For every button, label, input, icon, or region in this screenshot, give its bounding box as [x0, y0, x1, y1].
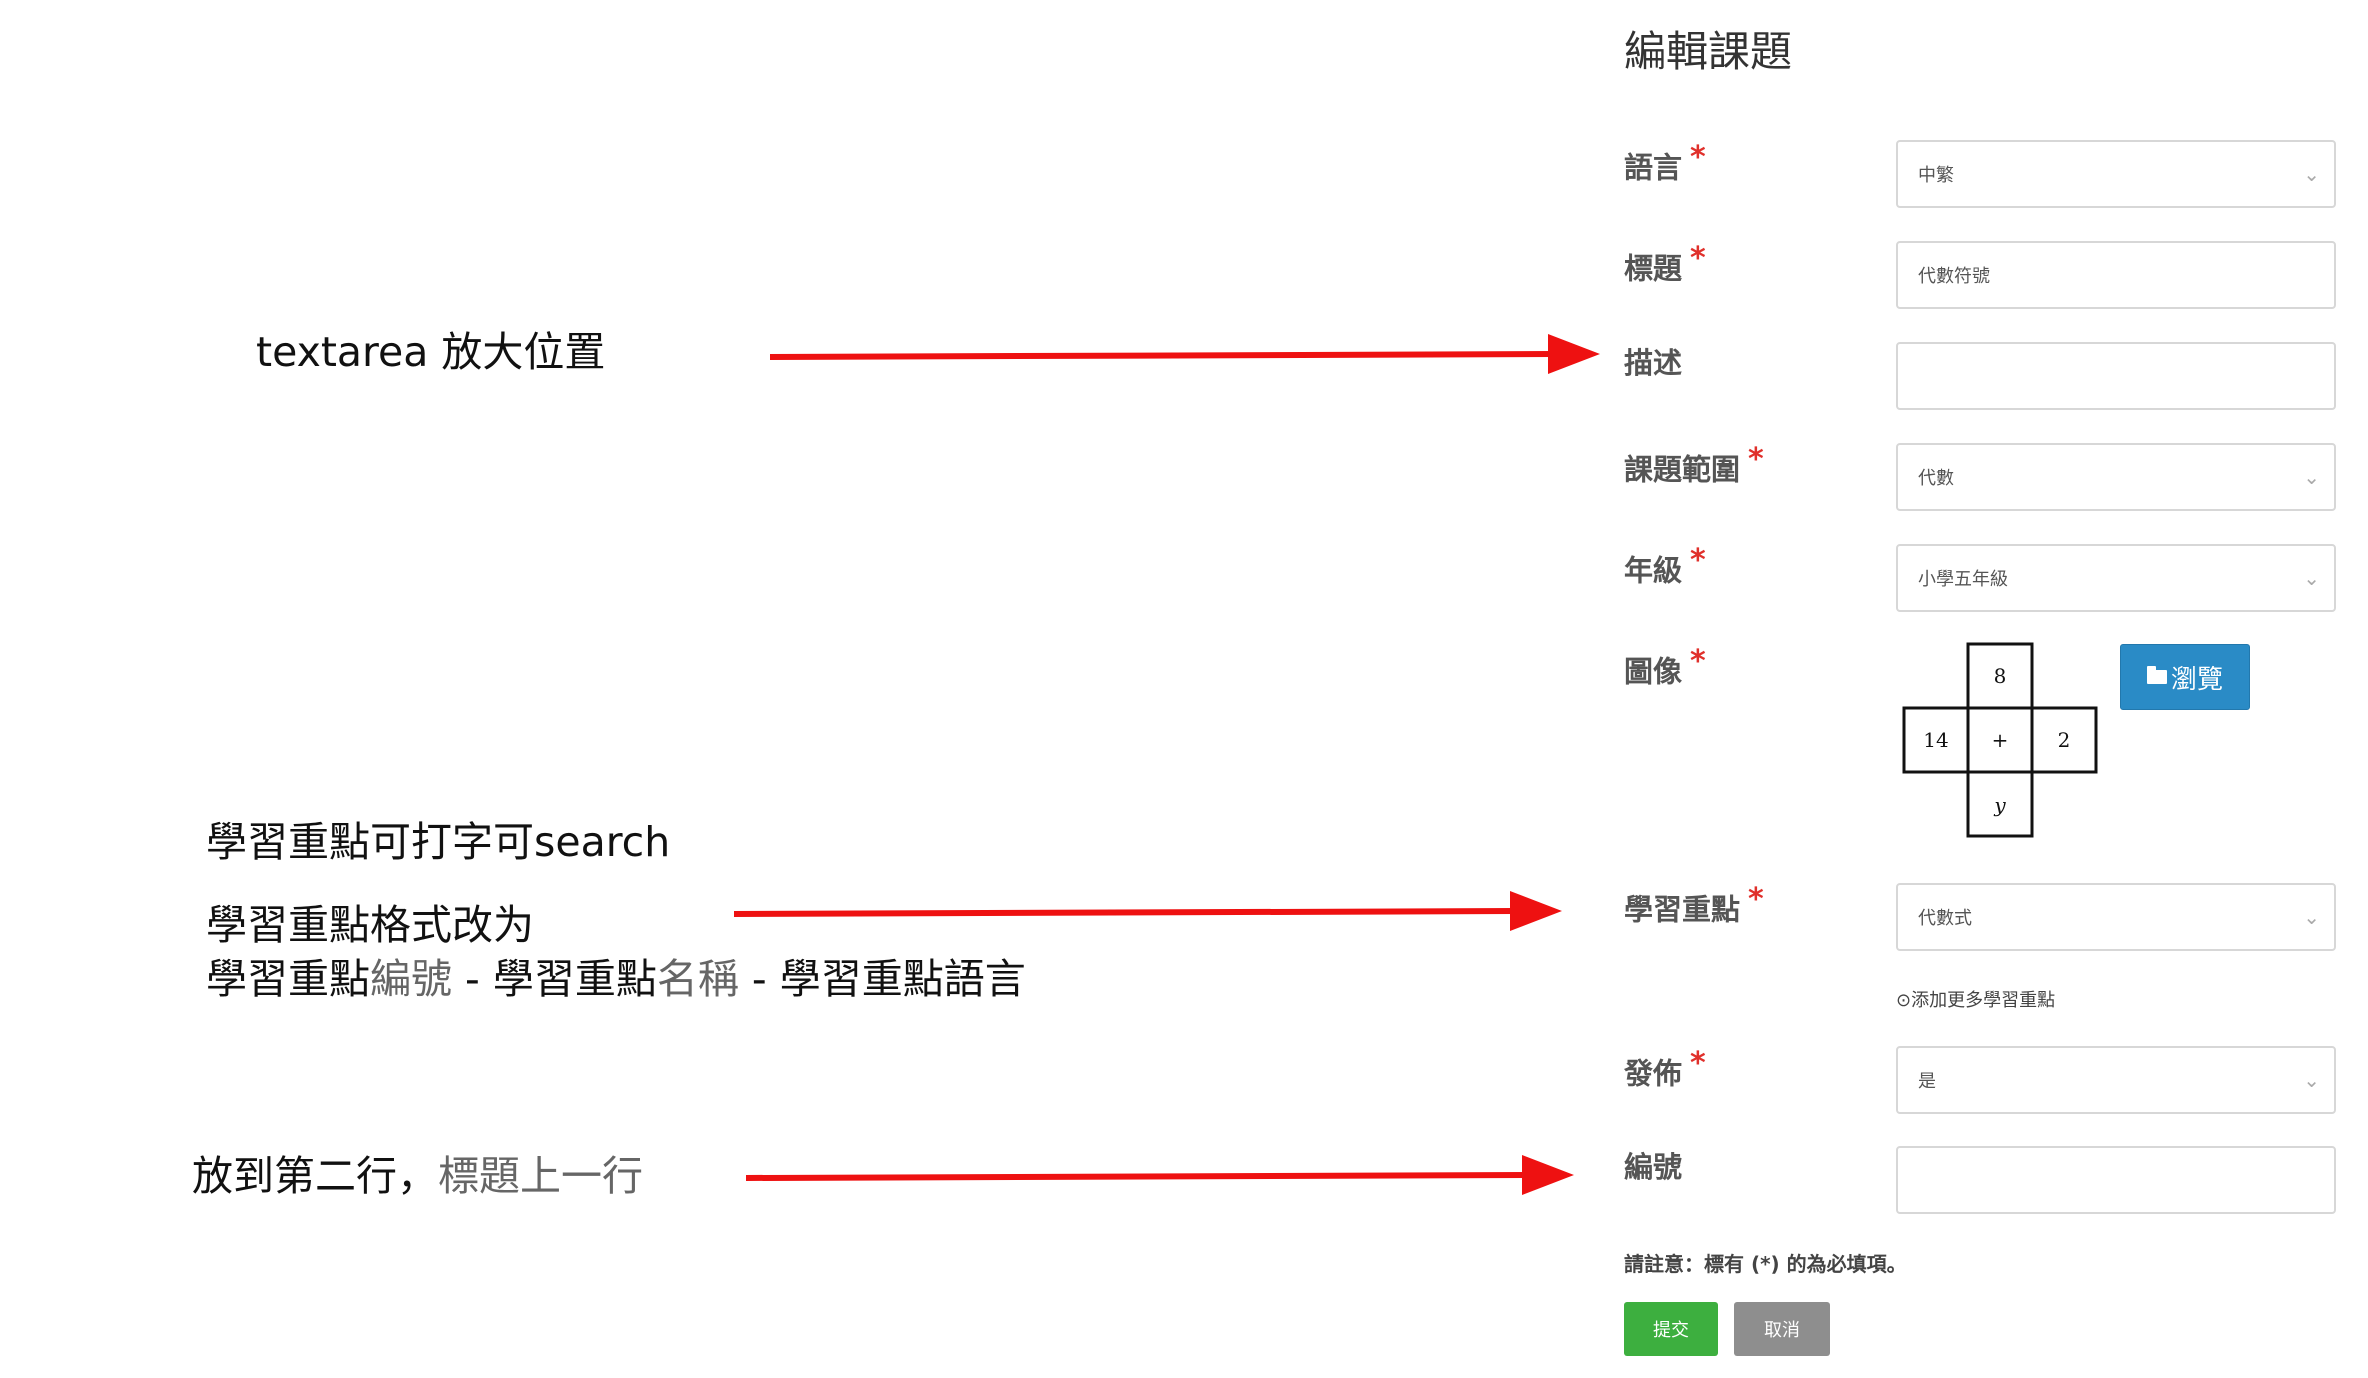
number-label: 編號	[1624, 1150, 1683, 1184]
cancel-button[interactable]: 取消	[1734, 1302, 1830, 1356]
chevron-down-icon: ⌄	[2303, 905, 2320, 929]
required-notice: 請註意：標有 (*) 的為必填項。	[1624, 1252, 1907, 1276]
required-marker: *	[1690, 241, 1706, 276]
topic-scope-value: 代數	[1918, 468, 1954, 489]
puzzle-text-left: 14	[1923, 728, 1948, 752]
topic-scope-label: 課題範圍 *	[1624, 442, 1764, 487]
puzzle-text-right: 2	[2058, 728, 2071, 752]
required-marker: *	[1748, 882, 1764, 917]
chevron-down-icon: ⌄	[2303, 162, 2320, 186]
arrow-to-description	[769, 334, 1600, 374]
learning-focus-value: 代數式	[1918, 908, 1972, 929]
language-select[interactable]: 中繁 ⌄	[1896, 140, 2336, 208]
required-marker: *	[1690, 543, 1706, 578]
puzzle-text-top: 8	[1994, 664, 2007, 688]
topic-scope-select[interactable]: 代數 ⌄	[1896, 443, 2336, 511]
grade-select[interactable]: 小學五年級 ⌄	[1896, 544, 2336, 612]
required-marker: *	[1690, 140, 1706, 175]
chevron-down-icon: ⌄	[2303, 566, 2320, 590]
language-label: 語言 *	[1624, 140, 1706, 185]
grade-value: 小學五年級	[1918, 569, 2008, 590]
learning-focus-label: 學習重點 *	[1624, 882, 1764, 927]
page-title: 編輯課題	[1624, 27, 1793, 76]
browse-button-label: 瀏覽	[2170, 664, 2223, 695]
arrow-to-learning-focus	[733, 891, 1562, 931]
language-select-value: 中繁	[1918, 165, 1954, 186]
grade-label: 年級 *	[1624, 543, 1706, 588]
required-marker: *	[1748, 442, 1764, 477]
browse-button[interactable]: 瀏覽	[2120, 644, 2250, 710]
number-input[interactable]	[1896, 1146, 2336, 1214]
chevron-down-icon: ⌄	[2303, 465, 2320, 489]
learning-focus-select[interactable]: 代數式 ⌄	[1896, 883, 2336, 951]
arrow-to-number	[745, 1155, 1574, 1195]
title-label: 標題 *	[1624, 241, 1706, 286]
title-input-value: 代數符號	[1918, 266, 1990, 287]
publish-value: 是	[1918, 1071, 1936, 1092]
description-textarea[interactable]	[1896, 342, 2336, 410]
publish-select[interactable]: 是 ⌄	[1896, 1046, 2336, 1114]
puzzle-text-center: +	[1992, 728, 2009, 752]
required-marker: *	[1690, 1046, 1706, 1081]
title-input[interactable]: 代數符號	[1896, 241, 2336, 309]
image-label: 圖像 *	[1624, 644, 1706, 689]
add-learning-focus-link[interactable]: ⊙添加更多學習重點	[1896, 986, 2055, 1012]
required-marker: *	[1690, 644, 1706, 679]
submit-button[interactable]: 提交	[1624, 1302, 1718, 1356]
publish-label: 發佈 *	[1624, 1046, 1706, 1091]
description-label: 描述	[1624, 346, 1683, 380]
puzzle-text-bottom: y	[1993, 793, 2006, 817]
image-preview: 8 14 + 2 y	[1902, 642, 2098, 838]
chevron-down-icon: ⌄	[2303, 1068, 2320, 1092]
folder-icon	[2146, 666, 2167, 684]
